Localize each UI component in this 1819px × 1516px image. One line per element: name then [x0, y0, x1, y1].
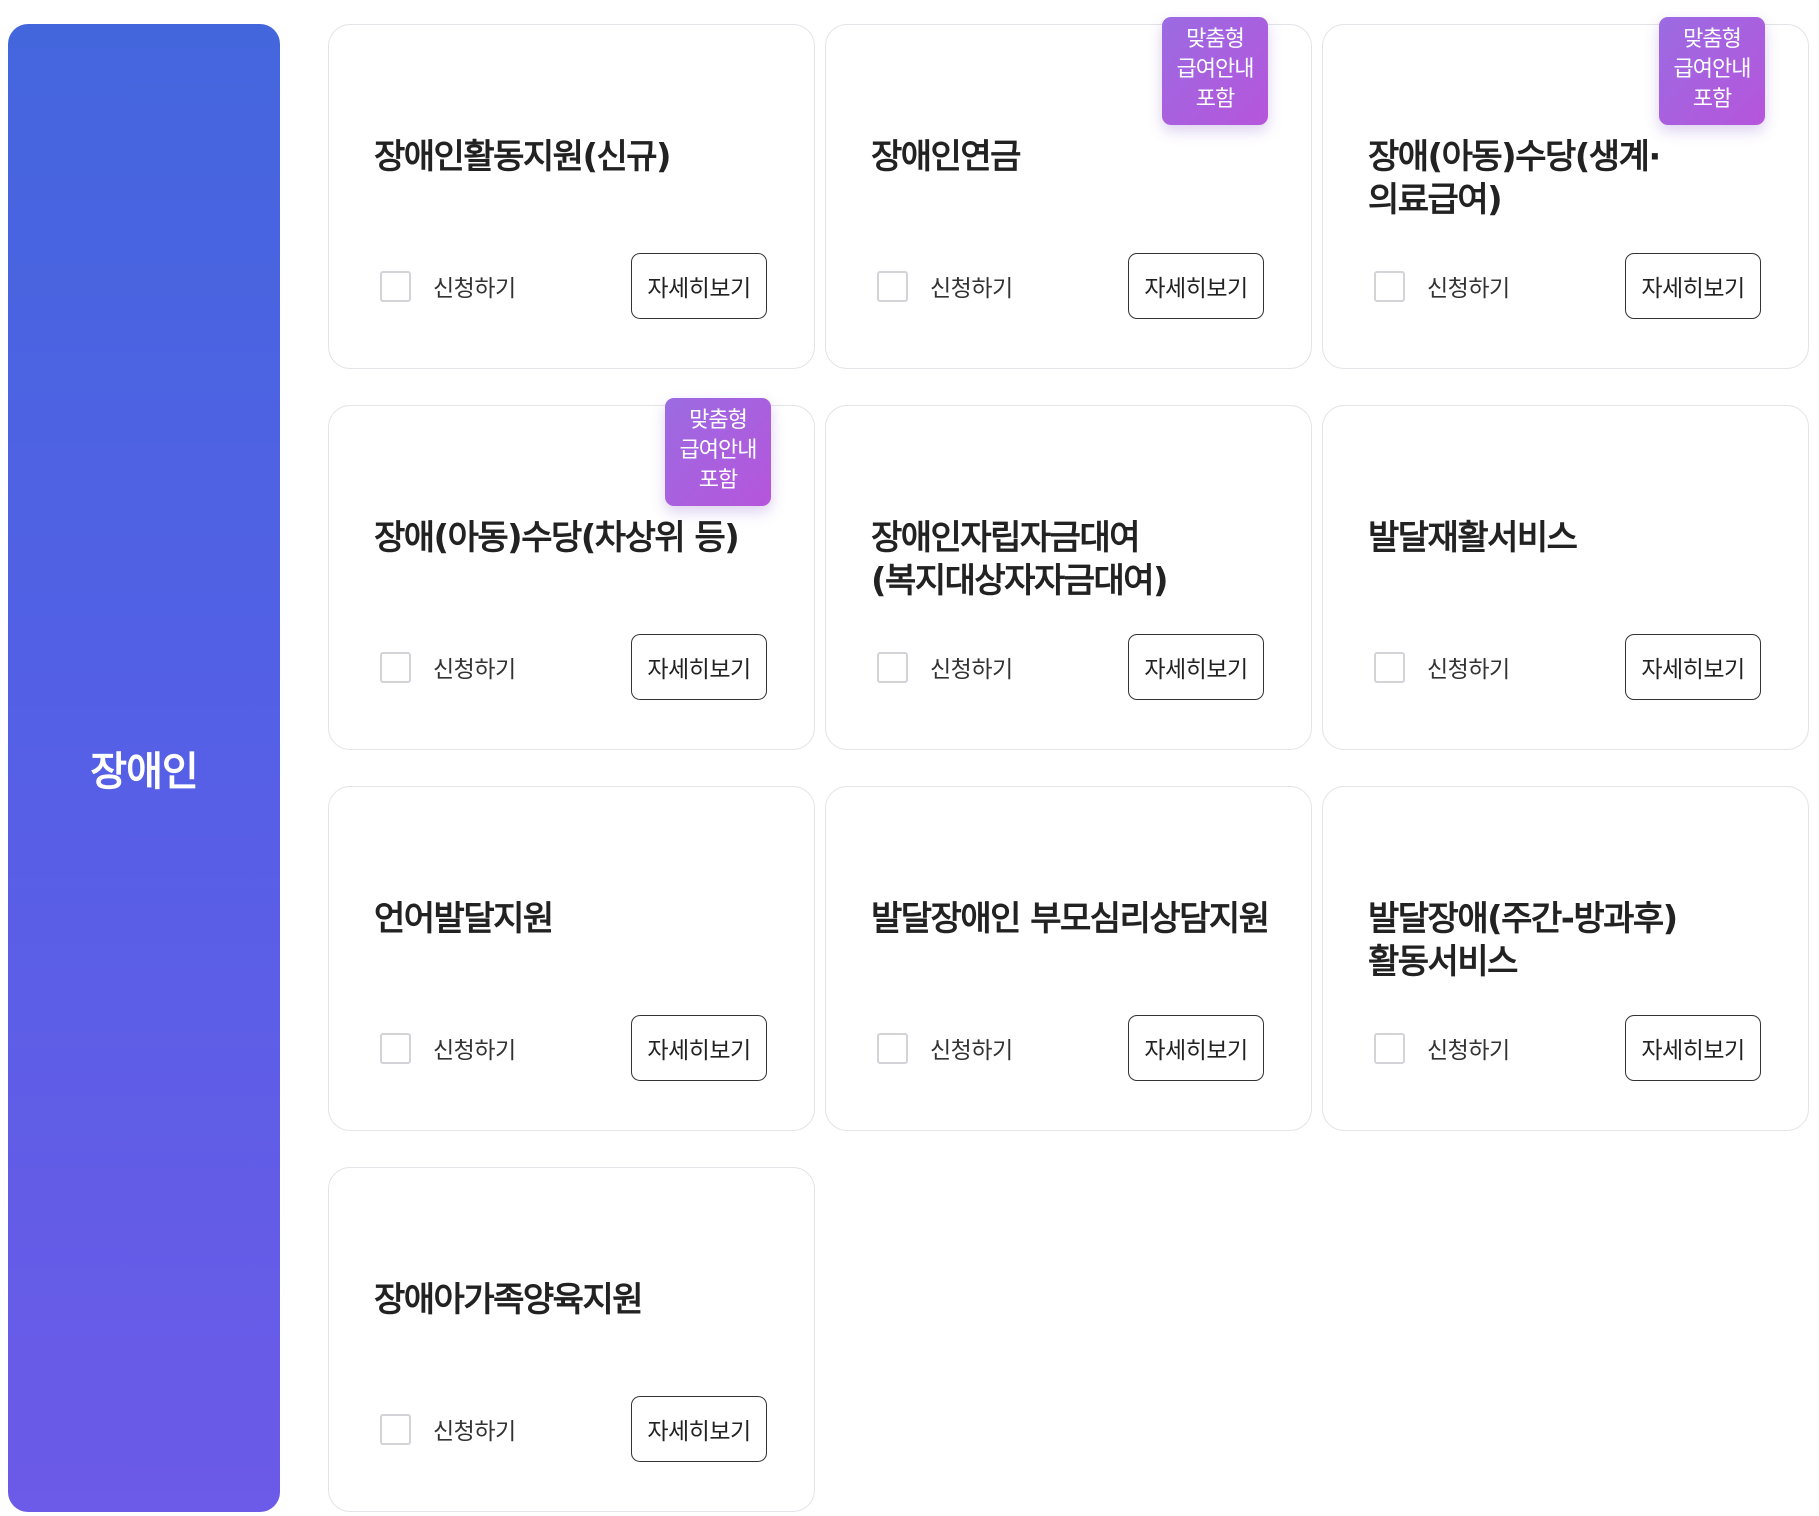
badge-line-2: 급여안내	[679, 438, 758, 463]
checkbox-icon[interactable]	[1374, 651, 1405, 683]
service-card-5: 장애인자립자금대여(복지대상자자금대여) 신청하기 자세히보기	[825, 405, 1312, 750]
category-title: 장애인	[90, 749, 198, 795]
checkbox-icon[interactable]	[1374, 270, 1405, 302]
badge-line-2: 급여안내	[1176, 57, 1255, 82]
service-card-6: 발달재활서비스 신청하기 자세히보기	[1322, 405, 1809, 750]
badge-line-2: 급여안내	[1673, 57, 1752, 82]
details-button[interactable]: 자세히보기	[1625, 634, 1761, 700]
apply-checkbox-row[interactable]: 신청하기	[1374, 269, 1510, 303]
badge-line-3: 포함	[698, 468, 738, 493]
service-card-3: 맞춤형 급여안내 포함 장애(아동)수당(생계·의료급여) 신청하기 자세히보기	[1322, 17, 1809, 369]
apply-label: 신청하기	[1427, 276, 1510, 302]
service-card-7: 언어발달지원 신청하기 자세히보기	[328, 786, 815, 1131]
apply-checkbox-row[interactable]: 신청하기	[1374, 650, 1510, 684]
apply-checkbox-row[interactable]: 신청하기	[877, 269, 1013, 303]
details-button[interactable]: 자세히보기	[631, 1396, 767, 1462]
details-button[interactable]: 자세히보기	[1128, 253, 1264, 319]
apply-checkbox-row[interactable]: 신청하기	[380, 1412, 516, 1446]
details-button[interactable]: 자세히보기	[1625, 1015, 1761, 1081]
apply-label: 신청하기	[433, 1419, 516, 1445]
service-title: 발달장애인 부모심리상담지원	[871, 899, 1270, 939]
apply-label: 신청하기	[1427, 1038, 1510, 1064]
apply-checkbox-row[interactable]: 신청하기	[380, 1031, 516, 1065]
details-button[interactable]: 자세히보기	[631, 1015, 767, 1081]
checkbox-icon[interactable]	[1374, 1032, 1405, 1064]
details-button[interactable]: 자세히보기	[631, 634, 767, 700]
apply-label: 신청하기	[433, 657, 516, 683]
checkbox-icon[interactable]	[877, 1032, 908, 1064]
apply-label: 신청하기	[930, 657, 1013, 683]
service-title: 발달재활서비스	[1368, 518, 1578, 558]
apply-checkbox-row[interactable]: 신청하기	[877, 650, 1013, 684]
service-title: 장애(아동)수당(생계·의료급여)	[1368, 137, 1661, 220]
badge-line-3: 포함	[1195, 87, 1235, 112]
service-title: 장애인활동지원(신규)	[374, 137, 672, 177]
service-card-1: 장애인활동지원(신규) 신청하기 자세히보기	[328, 24, 815, 369]
badge-line-1: 맞춤형	[1186, 27, 1245, 52]
badge-line-3: 포함	[1692, 87, 1732, 112]
service-title: 발달장애(주간-방과후)활동서비스	[1368, 899, 1678, 982]
service-title: 언어발달지원	[374, 899, 554, 939]
checkbox-icon[interactable]	[380, 270, 411, 302]
service-card-10: 장애아가족양육지원 신청하기 자세히보기	[328, 1167, 815, 1512]
custom-benefit-badge: 맞춤형 급여안내 포함	[1162, 17, 1268, 125]
apply-checkbox-row[interactable]: 신청하기	[1374, 1031, 1510, 1065]
service-card-8: 발달장애인 부모심리상담지원 신청하기 자세히보기	[825, 786, 1312, 1131]
badge-line-1: 맞춤형	[1683, 27, 1742, 52]
badge-line-1: 맞춤형	[689, 408, 748, 433]
details-button[interactable]: 자세히보기	[631, 253, 767, 319]
service-title: 장애인자립자금대여(복지대상자자금대여)	[871, 518, 1169, 601]
category-panel: 장애인	[8, 24, 280, 1512]
checkbox-icon[interactable]	[380, 651, 411, 683]
checkbox-icon[interactable]	[877, 270, 908, 302]
checkbox-icon[interactable]	[380, 1032, 411, 1064]
service-card-9: 발달장애(주간-방과후)활동서비스 신청하기 자세히보기	[1322, 786, 1809, 1131]
service-title: 장애인연금	[871, 137, 1021, 177]
service-title: 장애(아동)수당(차상위 등)	[374, 518, 740, 558]
apply-checkbox-row[interactable]: 신청하기	[380, 269, 516, 303]
service-card-grid: 장애인활동지원(신규) 신청하기 자세히보기 맞춤형 급여안내 포함 장애인연금…	[328, 17, 1811, 1512]
apply-checkbox-row[interactable]: 신청하기	[380, 650, 516, 684]
apply-checkbox-row[interactable]: 신청하기	[877, 1031, 1013, 1065]
service-card-4: 맞춤형 급여안내 포함 장애(아동)수당(차상위 등) 신청하기 자세히보기	[328, 398, 815, 750]
custom-benefit-badge: 맞춤형 급여안내 포함	[665, 398, 771, 506]
details-button[interactable]: 자세히보기	[1128, 1015, 1264, 1081]
custom-benefit-badge: 맞춤형 급여안내 포함	[1659, 17, 1765, 125]
checkbox-icon[interactable]	[877, 651, 908, 683]
apply-label: 신청하기	[433, 276, 516, 302]
apply-label: 신청하기	[930, 1038, 1013, 1064]
checkbox-icon[interactable]	[380, 1413, 411, 1445]
details-button[interactable]: 자세히보기	[1128, 634, 1264, 700]
service-title: 장애아가족양육지원	[374, 1280, 644, 1320]
apply-label: 신청하기	[433, 1038, 516, 1064]
apply-label: 신청하기	[930, 276, 1013, 302]
apply-label: 신청하기	[1427, 657, 1510, 683]
details-button[interactable]: 자세히보기	[1625, 253, 1761, 319]
service-card-2: 맞춤형 급여안내 포함 장애인연금 신청하기 자세히보기	[825, 17, 1312, 369]
